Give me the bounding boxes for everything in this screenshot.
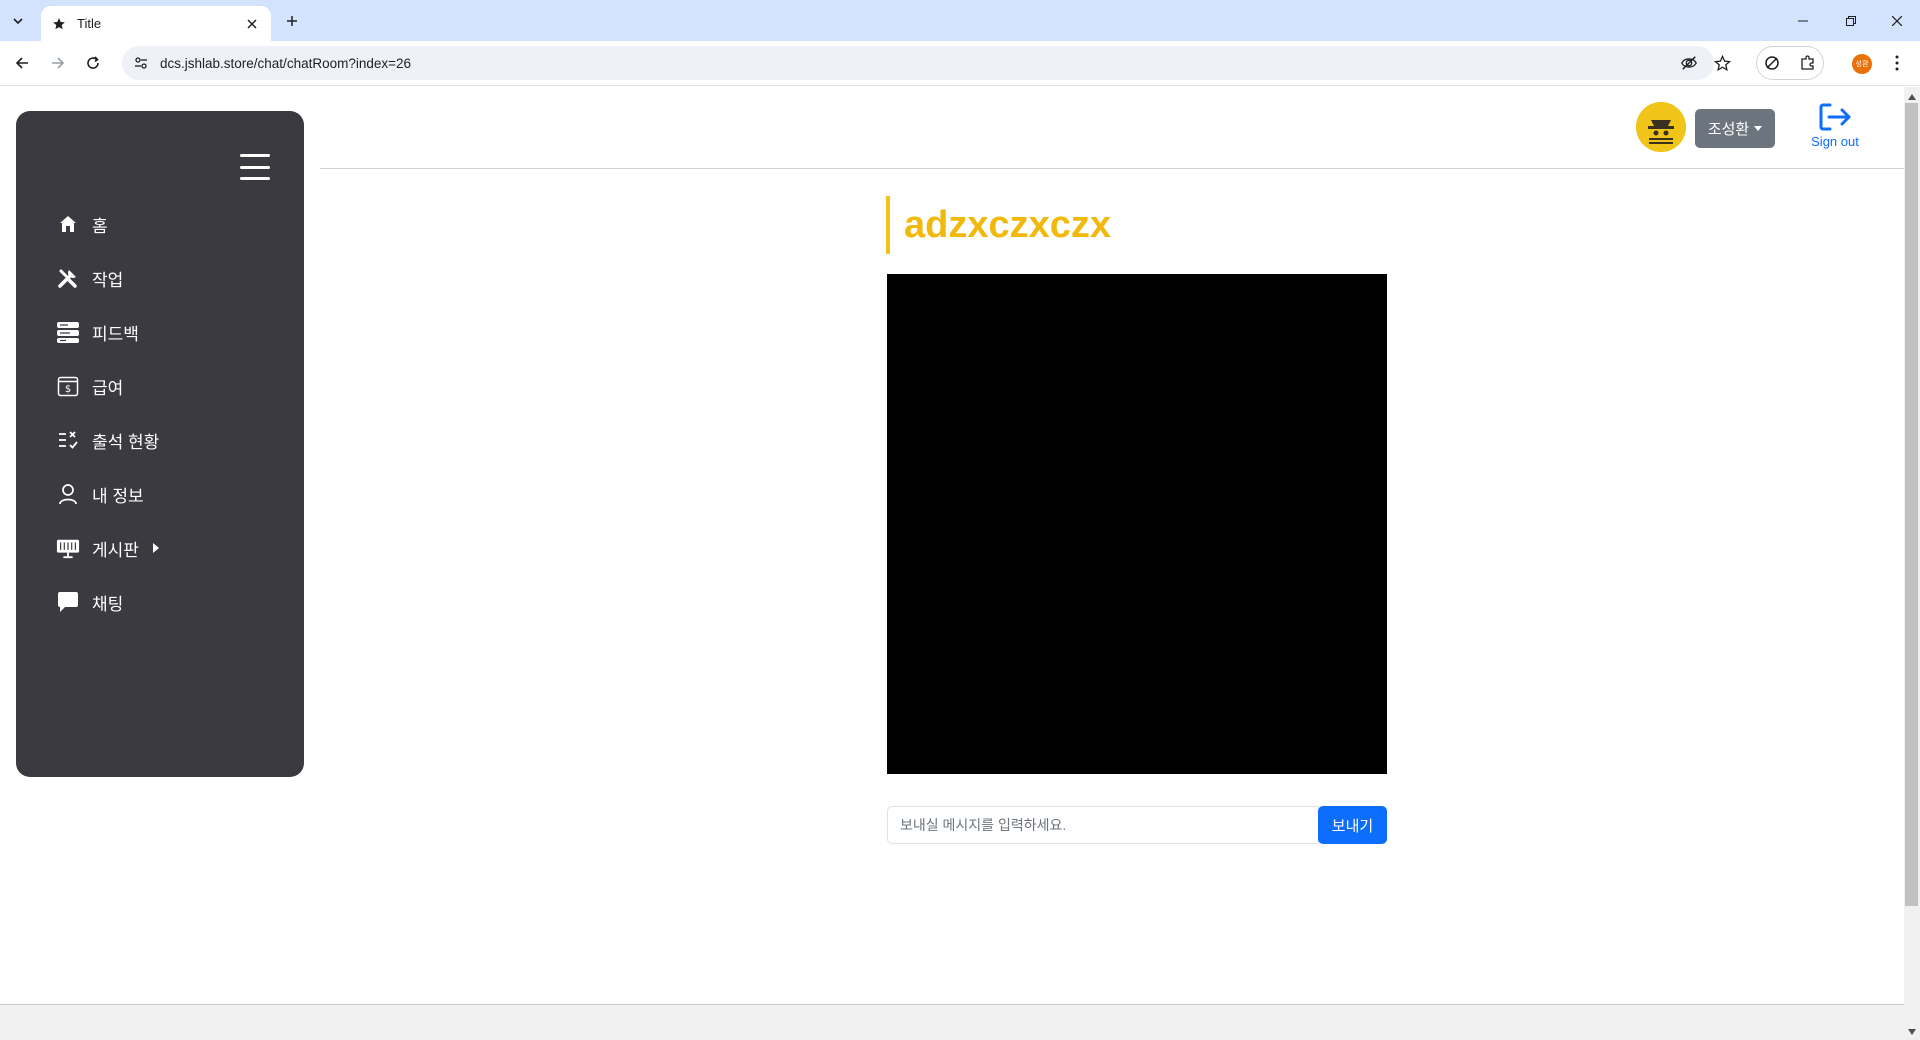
message-input[interactable] <box>887 806 1319 844</box>
sidebar-item-home[interactable]: 홈 <box>56 197 296 251</box>
caret-down-icon <box>1754 126 1763 131</box>
sidebar-item-label: 내 정보 <box>92 486 144 506</box>
site-info-icon[interactable] <box>126 48 156 78</box>
hamburger-menu-icon[interactable] <box>240 154 270 180</box>
back-button[interactable] <box>8 49 36 77</box>
home-icon <box>56 212 80 236</box>
scrollbar-thumb[interactable] <box>1905 103 1918 906</box>
sidebar-item-board[interactable]: 게시판 <box>56 521 296 575</box>
sign-out-label: Sign out <box>1811 134 1859 149</box>
sign-out-icon <box>1800 100 1870 134</box>
sidebar-item-label: 채팅 <box>92 594 124 614</box>
restore-button[interactable] <box>1828 0 1874 41</box>
close-icon <box>1892 15 1902 26</box>
sidebar: 홈 작업 피드백 $ 급여 출석 현황 내 정보 게시판 채팅 <box>16 111 304 777</box>
browser-toolbar: dcs.jshlab.store/chat/chatRoom?index=26 … <box>0 41 1920 86</box>
chat-room-title: adzxczxczx <box>886 196 1111 254</box>
svg-text:$: $ <box>65 384 71 395</box>
user-name: 조성환 <box>1707 121 1750 138</box>
sidebar-item-work[interactable]: 작업 <box>56 251 296 305</box>
tools-icon <box>56 266 80 290</box>
new-tab-button[interactable] <box>280 9 304 33</box>
eye-off-icon[interactable] <box>1675 49 1703 77</box>
sidebar-item-label: 홈 <box>92 216 108 236</box>
feedback-icon <box>56 320 80 344</box>
browser-tabstrip: Title <box>0 0 1920 41</box>
scroll-down-icon[interactable] <box>1906 1026 1918 1038</box>
bottom-bar <box>0 1004 1904 1040</box>
sidebar-item-profile[interactable]: 내 정보 <box>56 467 296 521</box>
sidebar-item-label: 작업 <box>92 270 124 290</box>
extension-icon[interactable] <box>1758 49 1786 77</box>
tab-close-icon[interactable] <box>243 15 261 33</box>
header-divider <box>320 168 1904 169</box>
send-button[interactable]: 보내기 <box>1318 806 1387 844</box>
avatar <box>1636 102 1686 152</box>
sidebar-item-feedback[interactable]: 피드백 <box>56 305 296 359</box>
sidebar-item-label: 급여 <box>92 378 124 398</box>
sidebar-item-label: 피드백 <box>92 324 139 344</box>
arrow-left-icon <box>15 57 28 69</box>
person-icon <box>56 482 80 506</box>
browser-tab[interactable]: Title <box>41 6 271 41</box>
sign-out-button[interactable]: Sign out <box>1800 100 1870 156</box>
user-dropdown-button[interactable]: 조성환 <box>1695 109 1775 148</box>
salary-icon: $ <box>56 374 80 398</box>
minimize-icon <box>1798 20 1808 21</box>
sidebar-item-salary[interactable]: $ 급여 <box>56 359 296 413</box>
url-text: dcs.jshlab.store/chat/chatRoom?index=26 <box>160 55 412 71</box>
board-icon <box>56 536 80 560</box>
arrow-right-icon <box>52 57 65 69</box>
sidebar-item-attendance[interactable]: 출석 현황 <box>56 413 296 467</box>
reload-icon <box>87 56 99 69</box>
address-bar[interactable]: dcs.jshlab.store/chat/chatRoom?index=26 <box>122 46 1714 80</box>
chevron-down-icon <box>13 18 23 25</box>
tab-search-button[interactable] <box>6 9 30 33</box>
plus-icon <box>287 16 297 26</box>
chat-messages-area[interactable] <box>887 274 1387 774</box>
sidebar-menu: 홈 작업 피드백 $ 급여 출석 현황 내 정보 게시판 채팅 <box>56 197 296 629</box>
star-icon <box>51 16 67 32</box>
sidebar-item-label: 출석 현황 <box>92 432 160 452</box>
forward-button[interactable] <box>44 49 72 77</box>
minimize-button[interactable] <box>1780 0 1826 41</box>
bookmark-star-icon[interactable] <box>1708 49 1736 77</box>
attendance-icon <box>56 428 80 452</box>
caret-right-icon <box>152 543 159 553</box>
reload-button[interactable] <box>79 49 107 77</box>
sidebar-item-label: 게시판 <box>92 540 139 560</box>
sidebar-item-chat[interactable]: 채팅 <box>56 575 296 629</box>
profile-avatar[interactable]: 성환 <box>1852 54 1872 74</box>
puzzle-icon[interactable] <box>1794 49 1822 77</box>
restore-icon <box>1846 15 1856 26</box>
close-window-button[interactable] <box>1874 0 1920 41</box>
scroll-up-icon[interactable] <box>1906 91 1918 103</box>
chat-icon <box>56 590 80 614</box>
more-menu-icon[interactable] <box>1883 49 1911 77</box>
tab-title: Title <box>77 16 102 31</box>
